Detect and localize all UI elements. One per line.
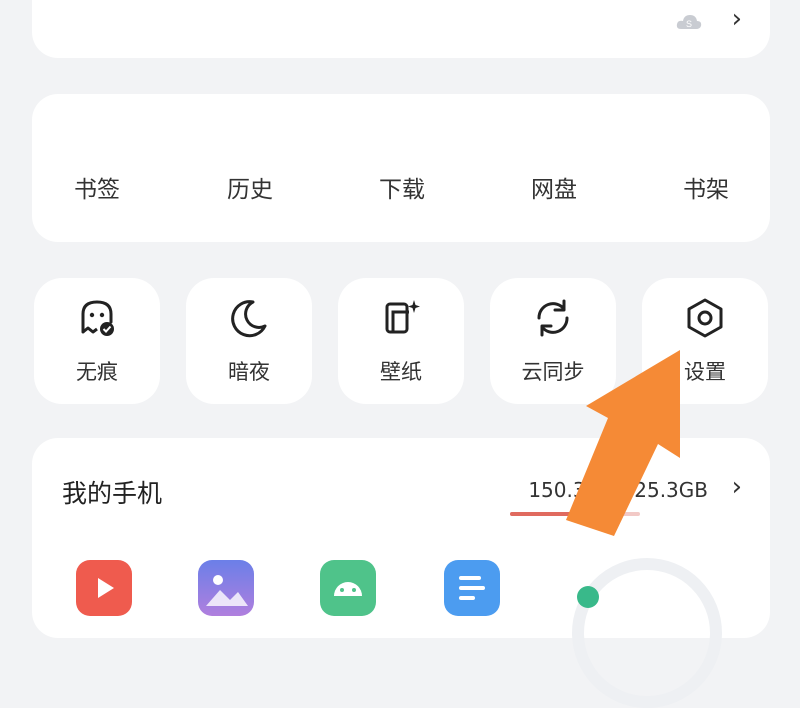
gallery-app-icon[interactable] xyxy=(198,560,254,616)
cloud-sync-icon: S xyxy=(676,15,702,29)
tool-settings[interactable]: 设置 xyxy=(642,278,768,404)
settings-hexagon-icon xyxy=(687,298,723,338)
quick-nav-card: 书签 历史 下载 网盘 书架 xyxy=(32,94,770,242)
incognito-ghost-icon xyxy=(81,300,114,336)
tool-label: 无痕 xyxy=(76,360,118,384)
wallpaper-icon xyxy=(385,300,420,334)
my-phone-title: 我的手机 xyxy=(62,479,163,508)
storage-progress-bar xyxy=(510,512,640,516)
tool-cloud-sync[interactable]: 云同步 xyxy=(490,278,616,404)
document-app-icon[interactable] xyxy=(444,560,500,616)
tool-label: 设置 xyxy=(684,360,726,384)
tool-wallpaper[interactable]: 壁纸 xyxy=(338,278,464,404)
top-card[interactable]: S › xyxy=(32,0,770,58)
chevron-right-icon[interactable]: › xyxy=(732,6,742,32)
video-app-icon[interactable] xyxy=(76,560,132,616)
nav-bookshelf[interactable]: 书架 xyxy=(656,170,756,204)
sync-icon xyxy=(537,299,569,337)
tool-label: 暗夜 xyxy=(228,360,270,384)
nav-cloud-drive[interactable]: 网盘 xyxy=(504,170,604,204)
nav-bookmarks[interactable]: 书签 xyxy=(47,170,147,204)
tool-incognito[interactable]: 无痕 xyxy=(34,278,160,404)
chevron-right-icon[interactable]: › xyxy=(732,472,742,502)
tool-night-mode[interactable]: 暗夜 xyxy=(186,278,312,404)
nav-downloads[interactable]: 下载 xyxy=(352,170,452,204)
moon-icon xyxy=(231,300,267,338)
storage-progress-fill xyxy=(510,512,597,516)
storage-ring-indicator xyxy=(577,586,599,608)
nav-history[interactable]: 历史 xyxy=(200,170,300,204)
my-phone-card: 我的手机 150.3GB/225.3GB › xyxy=(32,438,770,708)
tool-label: 云同步 xyxy=(521,360,585,384)
tool-label: 壁纸 xyxy=(380,360,422,384)
android-app-icon[interactable] xyxy=(320,560,376,616)
storage-ring-chart xyxy=(572,558,722,708)
svg-text:S: S xyxy=(686,19,692,29)
storage-usage-text: 150.3GB/225.3GB xyxy=(528,478,708,502)
